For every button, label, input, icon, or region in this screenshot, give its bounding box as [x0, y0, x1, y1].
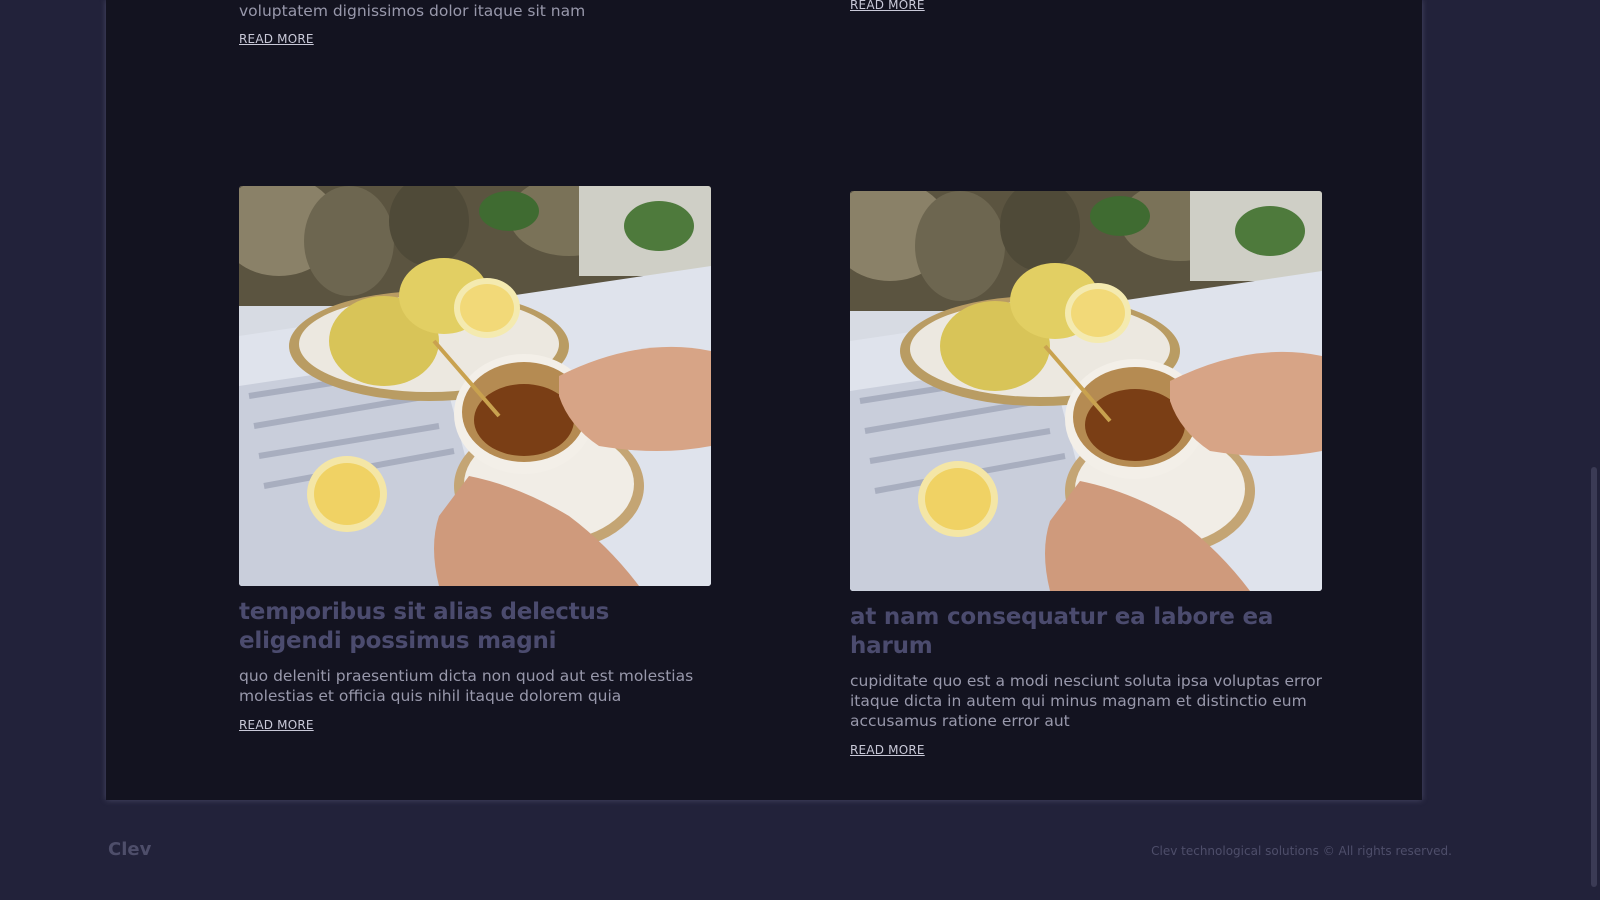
post-excerpt: cupiditate quo est a modi nesciunt solut… [850, 672, 1323, 730]
scrollbar-track[interactable] [1570, 0, 1600, 900]
post-title[interactable]: temporibus sit alias delectus eligendi p… [239, 598, 711, 656]
post-excerpt: voluptatem dignissimos dolor itaque sit … [239, 2, 586, 20]
post-excerpt: quo deleniti praesentium dicta non quod … [239, 667, 694, 705]
read-more-link[interactable]: READ MORE [239, 717, 314, 733]
post-card: at nam consequatur ea labore ea harum cu… [850, 191, 1322, 758]
footer-brand-logo[interactable]: Clev [108, 839, 151, 860]
read-more-link[interactable]: READ MORE [850, 742, 925, 758]
post-card: temporibus sit alias delectus eligendi p… [239, 186, 711, 733]
read-more-link[interactable]: READ MORE [239, 31, 314, 47]
post-title[interactable]: at nam consequatur ea labore ea harum [850, 603, 1322, 661]
post-image[interactable] [850, 191, 1322, 591]
read-more-link[interactable]: READ MORE [850, 0, 925, 13]
footer-copyright: Clev technological solutions © All right… [1151, 844, 1452, 858]
post-image[interactable] [239, 186, 711, 586]
scrollbar-thumb[interactable] [1591, 467, 1597, 887]
